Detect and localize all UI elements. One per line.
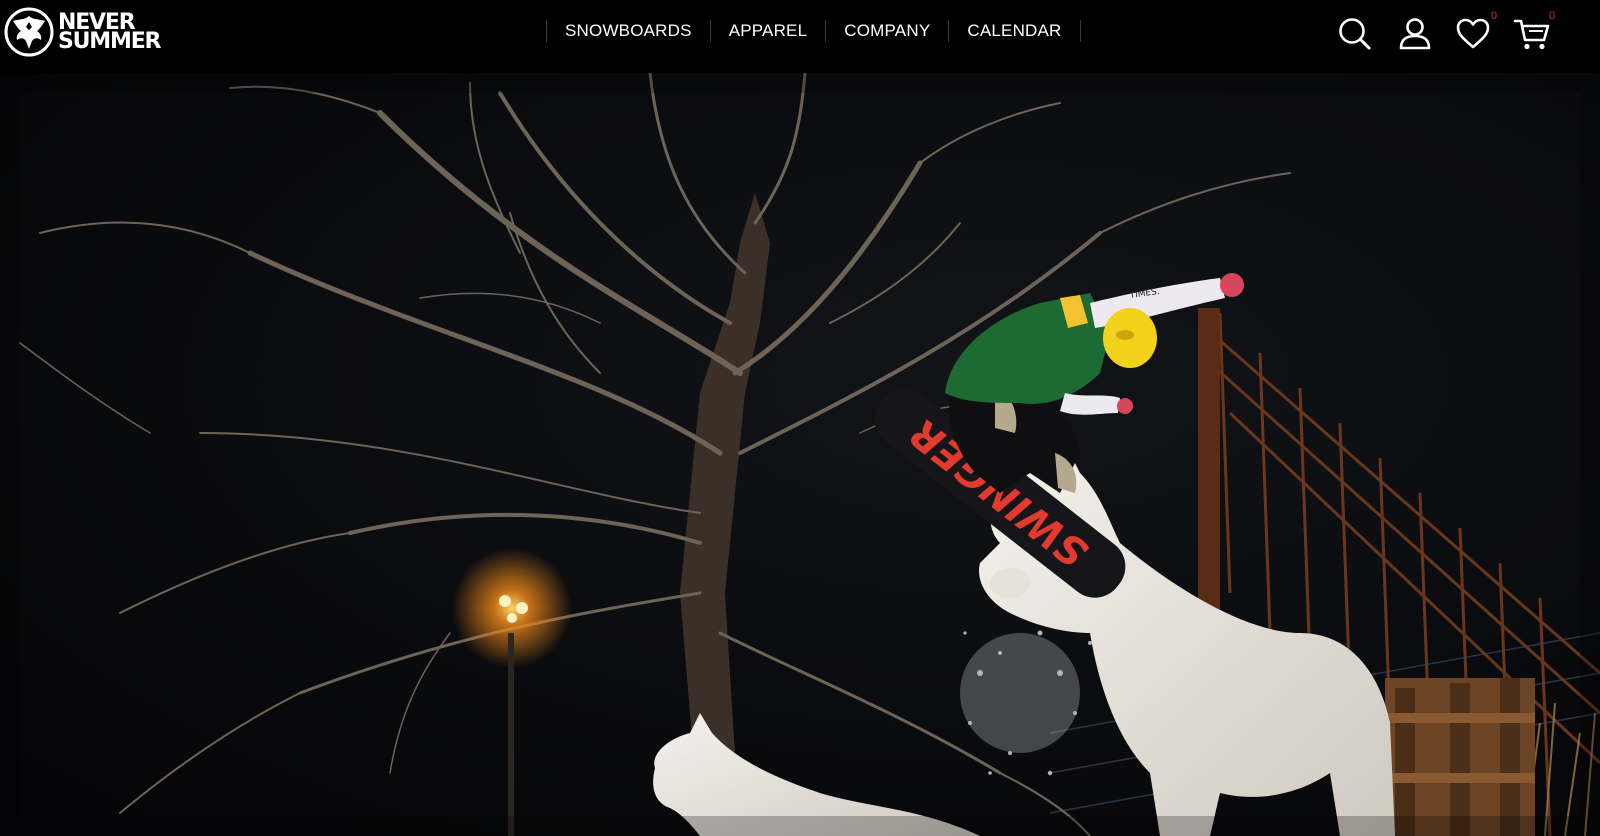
hero-banner: SWINGER TIMES.	[0, 73, 1600, 836]
heart-icon[interactable]: 0	[1453, 10, 1497, 54]
eagle-logo-icon	[4, 7, 54, 57]
hero-image: SWINGER TIMES.	[0, 73, 1600, 836]
nav-item-snowboards[interactable]: SNOWBOARDS	[547, 20, 711, 42]
brand-wordmark: NEVER SUMMER	[58, 12, 161, 54]
nav-item-company[interactable]: COMPANY	[826, 20, 950, 42]
nav-item-apparel[interactable]: APPAREL	[711, 20, 827, 42]
nav-item-calendar[interactable]: CALENDAR	[949, 20, 1081, 42]
user-icon[interactable]	[1395, 14, 1435, 54]
wooden-pallet	[1385, 678, 1535, 836]
brand-line-2: SUMMER	[58, 29, 161, 54]
main-nav: SNOWBOARDS APPAREL COMPANY CALENDAR	[546, 20, 1081, 42]
brand-logo[interactable]: NEVER SUMMER	[4, 7, 161, 57]
search-icon[interactable]	[1335, 14, 1375, 54]
wishlist-count-badge: 0	[1491, 10, 1498, 22]
lamp-pole	[1198, 308, 1220, 638]
cart-count-badge: 0	[1549, 10, 1556, 22]
cart-icon[interactable]: 0	[1512, 10, 1555, 54]
site-header: NEVER SUMMER SNOWBOARDS APPAREL COMPANY …	[0, 0, 1600, 73]
